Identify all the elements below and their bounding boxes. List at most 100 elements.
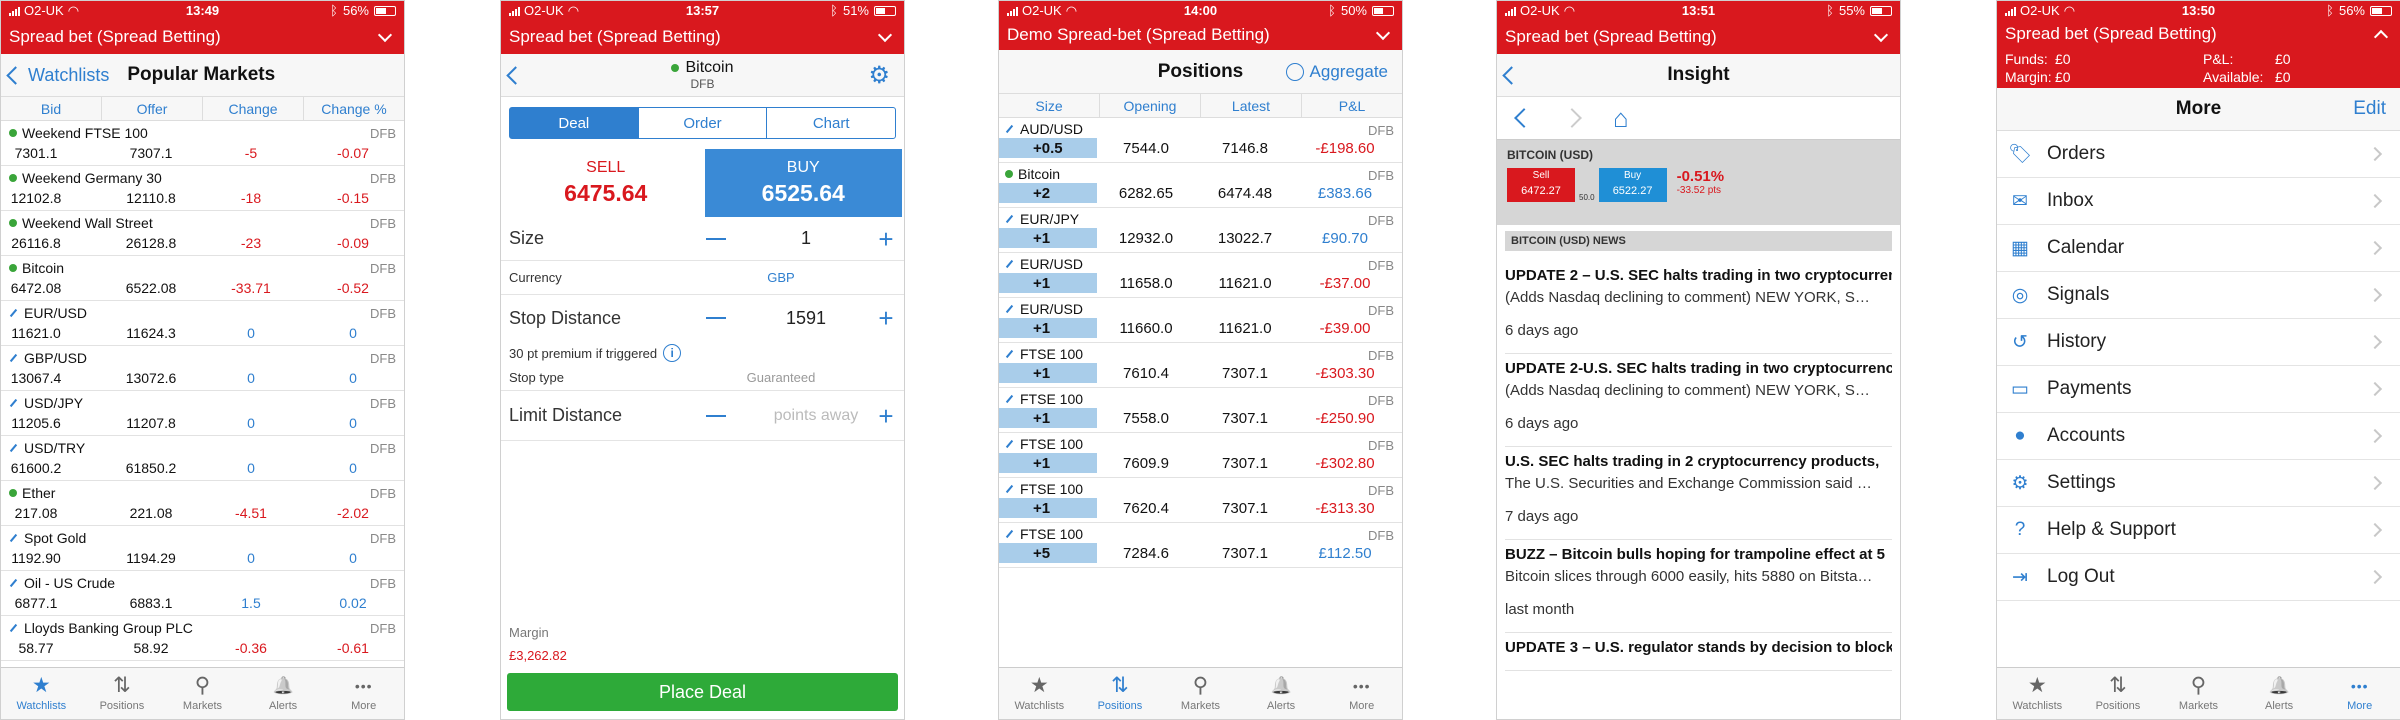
menu-item-signals[interactable]: ◎ Signals (1997, 272, 2400, 319)
account-selector[interactable]: Demo Spread-bet (Spread Betting) (999, 20, 1402, 50)
browser-forward-icon[interactable] (1562, 108, 1582, 128)
tab-more[interactable]: ••• More (1321, 668, 1402, 719)
tab-alerts[interactable]: 🔔 Alerts (1241, 668, 1322, 719)
position-row[interactable]: +1 EUR/JPY DFB 12932.0 13022.7 £90.70 (999, 208, 1402, 253)
limit-distance-input[interactable]: points away (766, 407, 866, 425)
column-size[interactable]: Size (999, 94, 1099, 117)
tab-more[interactable]: ••• More (323, 668, 404, 719)
market-row[interactable]: Lloyds Banking Group PLC DFB 58.77 58.92 -0.… (1, 616, 404, 661)
edit-button[interactable]: Edit (2353, 98, 2386, 120)
insight-sell-button[interactable]: Sell 6472.27 (1507, 168, 1575, 202)
market-row[interactable]: Spot Gold DFB 1192.90 1194.29 0 0 (1, 526, 404, 571)
menu-item-log-out[interactable]: ⇥ Log Out (1997, 554, 2400, 601)
news-item[interactable]: U.S. SEC halts trading in 2 cryptocurren… (1505, 447, 1892, 540)
account-selector[interactable]: Spread bet (Spread Betting) (1497, 20, 1900, 54)
market-row[interactable]: Oil - US Crude DFB 6877.1 6883.1 1.5 0.02 (1, 571, 404, 616)
column-change-pct[interactable]: Change % (303, 97, 404, 120)
news-item[interactable]: BUZZ – Bitcoin bulls hoping for trampoli… (1505, 540, 1892, 633)
menu-item-accounts[interactable]: ● Accounts (1997, 413, 2400, 460)
market-row[interactable]: EUR/USD DFB 11621.0 11624.3 0 0 (1, 301, 404, 346)
column-change[interactable]: Change (202, 97, 303, 120)
market-row[interactable]: USD/JPY DFB 11205.6 11207.8 0 0 (1, 391, 404, 436)
back-button[interactable] (501, 65, 525, 85)
browser-back-icon[interactable] (1514, 108, 1534, 128)
position-row[interactable]: +2 Bitcoin DFB 6282.65 6474.48 £383.66 (999, 163, 1402, 208)
menu-item-inbox[interactable]: ✉ Inbox (1997, 178, 2400, 225)
position-row[interactable]: +1 EUR/USD DFB 11658.0 11621.0 -£37.00 (999, 253, 1402, 298)
tab-more[interactable]: ••• More (2319, 668, 2400, 719)
stop-decrement-button[interactable] (706, 317, 726, 319)
gear-icon[interactable]: ⚙ (868, 64, 890, 88)
size-decrement-button[interactable] (706, 237, 726, 240)
menu-item-settings[interactable]: ⚙ Settings (1997, 460, 2400, 507)
market-row[interactable]: Weekend FTSE 100 DFB 7301.1 7307.1 -5 -0.07 (1, 121, 404, 166)
insight-buy-button[interactable]: Buy 6522.27 (1598, 168, 1667, 202)
home-icon[interactable]: ⌂ (1613, 105, 1629, 131)
tab-chart[interactable]: Chart (766, 108, 895, 138)
column-offer[interactable]: Offer (101, 97, 202, 120)
position-row[interactable]: +1 FTSE 100 DFB 7620.4 7307.1 -£313.30 (999, 478, 1402, 523)
tab-alerts[interactable]: 🔔 Alerts (243, 668, 324, 719)
market-row[interactable]: USD/TRY DFB 61600.2 61850.2 0 0 (1, 436, 404, 481)
tab-watchlists[interactable]: ★ Watchlists (1997, 668, 2078, 719)
position-name-cell: EUR/USD (1005, 256, 1083, 272)
battery-icon (374, 5, 396, 16)
tab-watchlists[interactable]: ★ Watchlists (999, 668, 1080, 719)
tab-order[interactable]: Order (637, 108, 767, 138)
account-selector[interactable]: Spread bet (Spread Betting) (501, 20, 904, 54)
market-open-icon (9, 219, 17, 227)
tab-positions[interactable]: ⇅ Positions (1080, 668, 1161, 719)
position-row[interactable]: +5 FTSE 100 DFB 7284.6 7307.1 £112.50 (999, 523, 1402, 568)
stop-type-value[interactable]: Guaranteed (706, 370, 856, 385)
market-row[interactable]: Weekend Germany 30 DFB 12102.8 12110.8 -18 -0… (1, 166, 404, 211)
info-icon[interactable]: i (663, 344, 682, 362)
tab-positions[interactable]: ⇅ Positions (2078, 668, 2159, 719)
news-item[interactable]: UPDATE 3 – U.S. regulator stands by deci… (1505, 633, 1892, 671)
tab-markets[interactable]: ⚲ Markets (162, 668, 243, 719)
aggregate-toggle[interactable]: Aggregate (1285, 61, 1388, 82)
back-button[interactable] (1497, 65, 1521, 85)
menu-item-help-support[interactable]: ? Help & Support (1997, 507, 2400, 554)
currency-value[interactable]: GBP (706, 270, 856, 285)
position-row[interactable]: +1 FTSE 100 DFB 7609.9 7307.1 -£302.80 (999, 433, 1402, 478)
menu-item-calendar[interactable]: ▦ Calendar (1997, 225, 2400, 272)
limit-decrement-button[interactable] (706, 414, 726, 417)
place-deal-button[interactable]: Place Deal (507, 673, 898, 711)
size-increment-button[interactable]: + (876, 226, 896, 252)
news-time: 7 days ago (1505, 508, 1579, 525)
position-row[interactable]: +0.5 AUD/USD DFB 7544.0 7146.8 -£198.60 (999, 118, 1402, 163)
news-item[interactable]: UPDATE 2 – U.S. SEC halts trading in two… (1505, 261, 1892, 354)
aggregate-label: Aggregate (1309, 61, 1388, 81)
back-button[interactable]: Watchlists (1, 65, 109, 86)
menu-item-orders[interactable]: 🏷 Orders (1997, 131, 2400, 178)
tab-markets[interactable]: ⚲ Markets (1160, 668, 1241, 719)
account-selector[interactable]: Spread bet (Spread Betting) (1997, 20, 2400, 48)
tab-markets[interactable]: ⚲ Markets (2158, 668, 2239, 719)
chevron-right-icon (2367, 428, 2383, 444)
tab-deal[interactable]: Deal (510, 108, 638, 138)
buy-button[interactable]: BUY 6525.64 (704, 149, 902, 217)
column-pl[interactable]: P&L (1301, 94, 1402, 117)
menu-item-history[interactable]: ↺ History (1997, 319, 2400, 366)
market-row[interactable]: Ether DFB 217.08 221.08 -4.51 -2.02 (1, 481, 404, 526)
account-selector[interactable]: Spread bet (Spread Betting) (1, 20, 404, 54)
tab-alerts[interactable]: 🔔 Alerts (2239, 668, 2320, 719)
position-row[interactable]: +1 FTSE 100 DFB 7610.4 7307.1 -£303.30 (999, 343, 1402, 388)
menu-item-payments[interactable]: ▭ Payments (1997, 366, 2400, 413)
position-row[interactable]: +1 FTSE 100 DFB 7558.0 7307.1 -£250.90 (999, 388, 1402, 433)
market-row[interactable]: GBP/USD DFB 13067.4 13072.6 0 0 (1, 346, 404, 391)
position-row[interactable]: +1 EUR/USD DFB 11660.0 11621.0 -£39.00 (999, 298, 1402, 343)
tab-watchlists[interactable]: ★ Watchlists (1, 668, 82, 719)
stop-distance-value[interactable]: 1591 (766, 308, 846, 329)
column-opening[interactable]: Opening (1099, 94, 1200, 117)
tab-positions[interactable]: ⇅ Positions (82, 668, 163, 719)
column-latest[interactable]: Latest (1200, 94, 1301, 117)
column-bid[interactable]: Bid (1, 97, 101, 120)
sell-button[interactable]: SELL 6475.64 (507, 149, 705, 217)
stop-increment-button[interactable]: + (876, 305, 896, 331)
limit-increment-button[interactable]: + (876, 403, 896, 429)
market-row[interactable]: Weekend Wall Street DFB 26116.8 26128.8 -23 -… (1, 211, 404, 256)
size-value[interactable]: 1 (766, 228, 846, 249)
market-row[interactable]: Bitcoin DFB 6472.08 6522.08 -33.71 -0.52 (1, 256, 404, 301)
news-item[interactable]: UPDATE 2-U.S. SEC halts trading in two c… (1505, 354, 1892, 447)
